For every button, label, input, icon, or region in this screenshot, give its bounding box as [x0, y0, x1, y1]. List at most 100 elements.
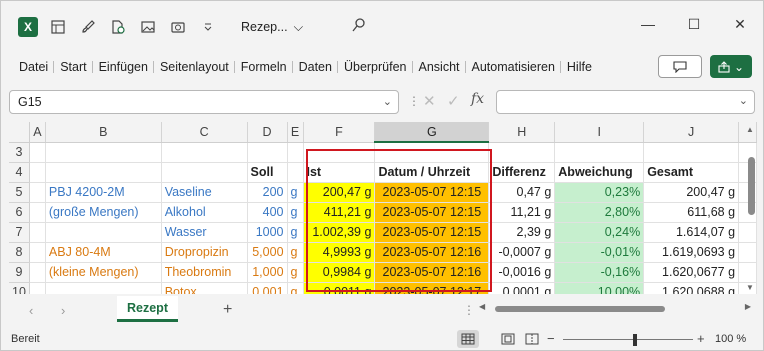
file-refresh-icon[interactable]: [103, 12, 133, 42]
zoom-in-button[interactable]: +: [697, 331, 705, 346]
cell[interactable]: [738, 222, 757, 243]
column-header-selected[interactable]: G: [374, 122, 490, 143]
cell-product[interactable]: [45, 222, 162, 243]
cell-abweichung[interactable]: 10,00%: [554, 282, 645, 294]
scroll-right-icon[interactable]: ▶: [745, 302, 751, 311]
brush-icon[interactable]: [73, 12, 103, 42]
cell[interactable]: [29, 242, 46, 263]
tab-split-grip[interactable]: ⋮: [463, 303, 475, 317]
worksheet-grid[interactable]: A B C D E F G H I J 3 4 Soll Ist Datum /…: [9, 122, 757, 294]
horizontal-scrollbar-thumb[interactable]: [495, 306, 665, 312]
cell-gesamt[interactable]: 1.620,0677 g: [643, 262, 740, 283]
zoom-slider-knob[interactable]: [633, 334, 637, 346]
cell[interactable]: [488, 142, 556, 163]
cell[interactable]: [643, 142, 740, 163]
row-header[interactable]: 4: [9, 162, 30, 183]
cell-datetime[interactable]: 2023-05-07 12:16: [374, 262, 490, 283]
maximize-button[interactable]: ☐: [671, 9, 717, 39]
column-header[interactable]: F: [303, 122, 376, 143]
cell-table[interactable]: A B C D E F G H I J 3 4 Soll Ist Datum /…: [9, 122, 757, 294]
cell-datetime[interactable]: 2023-05-07 12:16: [374, 242, 490, 263]
camera-icon[interactable]: [163, 12, 193, 42]
close-button[interactable]: ✕: [717, 9, 763, 39]
cell-soll[interactable]: 1000: [247, 222, 288, 243]
tab-hilfe[interactable]: Hilfe: [559, 53, 598, 81]
column-header[interactable]: A: [29, 122, 46, 143]
horizontal-scrollbar[interactable]: ◀ ▶: [479, 302, 751, 316]
cell-ingredient[interactable]: Vaseline: [161, 182, 248, 203]
scroll-left-icon[interactable]: ◀: [479, 302, 485, 311]
select-all-corner[interactable]: [9, 122, 30, 143]
cell-ingredient[interactable]: Theobromin: [161, 262, 248, 283]
cell-ingredient[interactable]: Wasser: [161, 222, 248, 243]
cell-ingredient[interactable]: Alkohol: [161, 202, 248, 223]
cell-differenz[interactable]: -0,0007 g: [488, 242, 556, 263]
cell-datetime[interactable]: 2023-05-07 12:15: [374, 222, 490, 243]
row-header[interactable]: 9: [9, 262, 30, 283]
cell[interactable]: [45, 162, 162, 183]
scroll-up-icon[interactable]: ▲: [746, 125, 754, 134]
minimize-button[interactable]: —: [625, 9, 671, 39]
formula-bar-grip[interactable]: ⋮: [408, 94, 420, 108]
cell-product[interactable]: ABJ 80-4M: [45, 242, 162, 263]
cell[interactable]: [29, 162, 46, 183]
cell-differenz[interactable]: -0,0016 g: [488, 262, 556, 283]
cell[interactable]: [161, 162, 248, 183]
page-layout-view-button[interactable]: [497, 330, 519, 348]
tab-start[interactable]: Start: [53, 53, 92, 81]
tab-einfuegen[interactable]: Einfügen: [91, 53, 154, 81]
cell-abweichung[interactable]: -0,16%: [554, 262, 645, 283]
header-cell-abweichung[interactable]: Abweichung: [554, 162, 645, 183]
cell-product[interactable]: PBJ 4200-2M: [45, 182, 162, 203]
column-header[interactable]: B: [45, 122, 162, 143]
zoom-out-button[interactable]: −: [547, 331, 555, 346]
expand-formula-icon[interactable]: ⌄: [739, 94, 748, 107]
cell-abweichung[interactable]: 0,23%: [554, 182, 645, 203]
tab-formeln[interactable]: Formeln: [233, 53, 293, 81]
cell[interactable]: [374, 142, 490, 163]
column-header[interactable]: H: [488, 122, 556, 143]
cell-soll[interactable]: 0,001: [247, 282, 288, 294]
cell-ist[interactable]: 0,9984 g: [303, 262, 376, 283]
row-header[interactable]: 7: [9, 222, 30, 243]
cell[interactable]: [29, 142, 46, 163]
cell-datetime[interactable]: 2023-05-07 12:15: [374, 202, 490, 223]
header-cell-datum[interactable]: Datum / Uhrzeit: [374, 162, 490, 183]
cell-datetime[interactable]: 2023-05-07 12:17: [374, 282, 490, 294]
row-header[interactable]: 10: [9, 282, 30, 294]
tab-ueberpruefen[interactable]: Überprüfen: [336, 53, 413, 81]
cell[interactable]: [287, 162, 304, 183]
cell-gesamt[interactable]: 1.619,0693 g: [643, 242, 740, 263]
tab-automatisieren[interactable]: Automatisieren: [464, 53, 561, 81]
sheet-tab-rezept[interactable]: Rezept: [117, 296, 178, 322]
formula-input[interactable]: ⌄: [496, 90, 755, 114]
cell-differenz[interactable]: 2,39 g: [488, 222, 556, 243]
cell-gesamt[interactable]: 1.614,07 g: [643, 222, 740, 243]
cell-differenz[interactable]: 11,21 g: [488, 202, 556, 223]
cell-gesamt[interactable]: 1.620,0688 g: [643, 282, 740, 294]
cell[interactable]: [287, 142, 304, 163]
column-header[interactable]: C: [161, 122, 248, 143]
cell[interactable]: [247, 142, 288, 163]
header-cell-differenz[interactable]: Differenz: [488, 162, 556, 183]
cell[interactable]: [738, 242, 757, 263]
cell-unit[interactable]: g: [287, 262, 304, 283]
zoom-slider[interactable]: [563, 339, 693, 340]
column-header[interactable]: J: [643, 122, 740, 143]
image-icon[interactable]: [133, 12, 163, 42]
zoom-level[interactable]: 100 %: [715, 333, 746, 345]
cell-unit[interactable]: g: [287, 222, 304, 243]
share-button[interactable]: ⌄: [710, 55, 752, 78]
name-box[interactable]: G15 ⌄: [9, 90, 399, 114]
cell[interactable]: [738, 262, 757, 283]
cell-soll[interactable]: 200: [247, 182, 288, 203]
cell-ist[interactable]: 200,47 g: [303, 182, 376, 203]
document-title[interactable]: Rezep... ⌵: [241, 20, 303, 35]
row-header[interactable]: 5: [9, 182, 30, 203]
normal-view-button[interactable]: [457, 330, 479, 348]
tab-daten[interactable]: Daten: [291, 53, 338, 81]
cell[interactable]: [29, 282, 46, 294]
column-header[interactable]: E: [287, 122, 304, 143]
cell[interactable]: [45, 142, 162, 163]
cell-gesamt[interactable]: 200,47 g: [643, 182, 740, 203]
